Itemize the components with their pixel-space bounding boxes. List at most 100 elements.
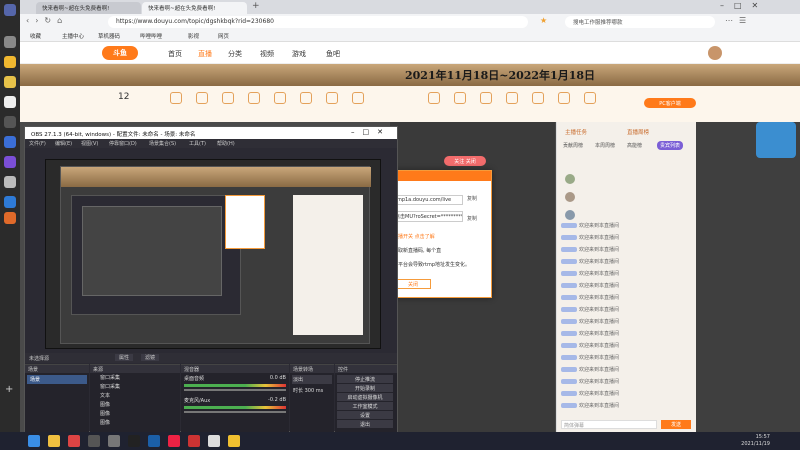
festival-icon[interactable] [248,92,260,104]
close-popup-button[interactable]: 关闭 [395,279,431,289]
obs-source-item[interactable]: 图像 [90,400,180,409]
obs-menu-tools[interactable]: 工具(T) [189,140,206,147]
bookmark-star-icon[interactable]: ★ [540,16,547,25]
app-icon[interactable] [128,435,140,447]
site-logo[interactable]: 斗鱼 [102,46,138,60]
avatar[interactable] [708,46,722,60]
app-icon-2[interactable] [4,36,16,48]
obs-source-item[interactable]: 文本 [90,391,180,400]
follow-button[interactable]: 关注 关闭 [444,156,486,166]
obs-source-item[interactable]: 图像 [90,418,180,427]
copy-url-button[interactable]: 复制 [467,195,477,202]
url-input[interactable]: https://www.douyu.com/topic/dgshkbqk?rid… [108,16,528,28]
fishball-icon[interactable] [300,92,312,104]
gift-icon[interactable] [532,92,544,104]
transition-select[interactable]: 淡出 [292,375,332,384]
copy-key-button[interactable]: 复制 [467,215,477,222]
system-clock[interactable]: 15:57 2021/11/19 [741,434,770,448]
obs-menu-scenes[interactable]: 场景集合(S) [149,140,176,147]
nav-buttons-icon[interactable]: ‹›↻⌂ [26,16,68,25]
redpacket-icon[interactable] [222,92,234,104]
explorer-icon[interactable] [48,435,60,447]
app-icon-4[interactable] [4,76,16,88]
nav-video[interactable]: 视频 [260,49,274,59]
app-icon-5[interactable] [4,96,16,108]
obs-window-controls-icon[interactable]: –□✕ [351,128,391,136]
obs-menu-edit[interactable]: 编辑(E) [55,140,72,147]
bookmark-item[interactable]: 主播中心 [62,32,84,40]
obs-filters-button[interactable]: 滤镜 [141,354,160,361]
steam-icon[interactable] [148,435,160,447]
window-controls-icon[interactable]: –□✕ [720,1,768,10]
app-icon[interactable] [188,435,200,447]
toolbar-icons[interactable]: ⋯☰ [725,16,752,25]
browser-search-input[interactable]: 搜电工作服推荐哪款 [565,16,715,28]
add-icon[interactable]: + [5,384,13,395]
app-icon-7[interactable] [4,136,16,148]
subtab-energy[interactable]: 高能榜 [627,142,642,149]
bookmark-item[interactable]: 哔哩哔哩 [140,32,162,40]
app-icon-1[interactable] [4,4,16,16]
chat-input[interactable]: 简体弹幕 [561,420,657,429]
start-recording-button[interactable]: 开始录制 [337,384,393,392]
nav-games[interactable]: 游戏 [292,49,306,59]
weather-icon[interactable] [352,92,364,104]
nav-category[interactable]: 分类 [228,49,242,59]
obs-preview[interactable] [45,159,381,349]
bell-icon[interactable] [454,92,466,104]
mixer-volume-slider[interactable] [184,411,286,413]
app-icon-9[interactable] [4,176,16,188]
audio-icon[interactable] [196,92,208,104]
app-icon-3[interactable] [4,56,16,68]
browser-tab-1[interactable]: 快来看啊~超在头免费看啊! [36,2,141,14]
bookmark-item[interactable]: 草机器码 [98,32,120,40]
obs-source-item[interactable]: 窗口采集 [90,382,180,391]
rtmp-url-field[interactable]: tmp1a.douyu.com/live [393,195,463,205]
nav-live[interactable]: 直播 [198,49,212,59]
mixer-volume-slider[interactable] [184,389,286,391]
app-icon[interactable] [208,435,220,447]
bag-icon[interactable] [480,92,492,104]
obs-menu-view[interactable]: 视图(V) [81,140,98,147]
clock-icon[interactable] [506,92,518,104]
gauge-icon[interactable] [558,92,570,104]
stop-streaming-button[interactable]: 停止推流 [337,375,393,383]
app-icon-6[interactable] [4,116,16,128]
app-icon[interactable] [168,435,180,447]
bookmark-item[interactable]: 影视 [188,32,199,40]
app-icon-11[interactable] [4,212,16,224]
flip-icon[interactable] [584,92,596,104]
app-icon-8[interactable] [4,156,16,168]
obs-source-item[interactable]: 图像 [90,409,180,418]
nav-home[interactable]: 首页 [168,49,182,59]
pc-client-button[interactable]: PC客户端 [644,98,696,108]
task-icon[interactable] [170,92,182,104]
obs-taskbar-icon[interactable] [88,435,100,447]
tab-anchor-task[interactable]: 主播任务 [565,128,587,136]
virtual-camera-button[interactable]: 启动虚拟摄像机 [337,393,393,401]
bookmark-item[interactable]: 网页 [218,32,229,40]
rocket-icon[interactable] [428,92,440,104]
obs-menu-file[interactable]: 文件(F) [29,140,46,147]
anchor-icon[interactable] [274,92,286,104]
studio-mode-button[interactable]: 工作室模式 [337,402,393,410]
obs-menu-docks[interactable]: 停靠窗口(D) [109,140,137,147]
obs-menu-help[interactable]: 帮助(H) [217,140,235,147]
learn-more-link[interactable]: 直播开关 点击了解 [393,233,435,240]
obs-source-item[interactable]: 窗口采集 [90,373,180,382]
subtab-vip[interactable]: 贵宾列表 [657,141,684,150]
exit-button[interactable]: 退出 [337,420,393,428]
app-icon-10[interactable] [4,196,16,208]
stream-key-field[interactable]: 点击MU?roSecret=********** [393,211,463,222]
app-icon[interactable] [68,435,80,447]
app-icon[interactable] [228,435,240,447]
bookmark-item[interactable]: 收藏 [30,32,41,40]
settings-taskbar-icon[interactable] [108,435,120,447]
redpacket-2-icon[interactable] [326,92,338,104]
obs-scene-item[interactable]: 场景 [27,375,87,384]
start-icon[interactable] [28,435,40,447]
subtab-contrib[interactable]: 贡献周榜 [563,142,583,149]
new-tab-icon[interactable]: + [252,1,260,11]
send-button[interactable]: 发送 [661,420,691,429]
subtab-week[interactable]: 本周周榜 [595,142,615,149]
